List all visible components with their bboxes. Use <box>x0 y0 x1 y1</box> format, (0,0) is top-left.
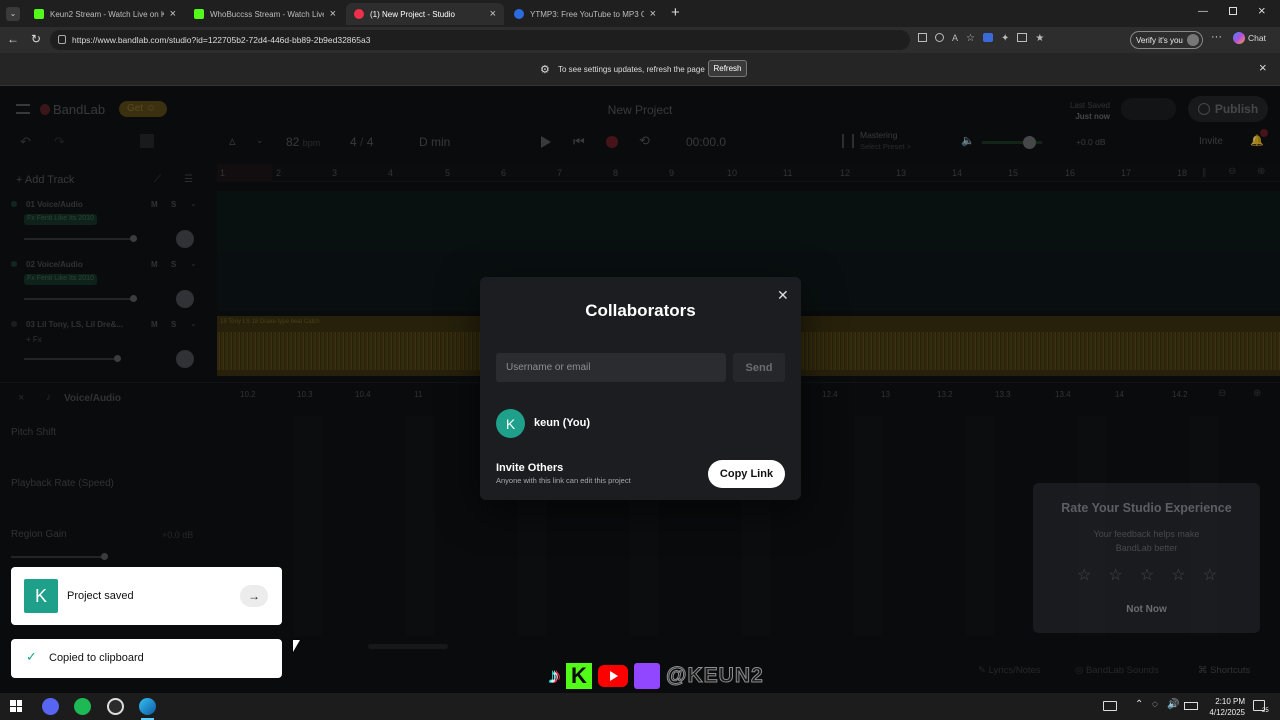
star-icon[interactable]: ☆ <box>1171 565 1185 585</box>
chevron-up-icon[interactable]: ⌃ <box>1135 699 1143 710</box>
youtube-icon <box>598 665 628 687</box>
close-tab-icon[interactable]: × <box>330 8 336 20</box>
close-window-icon[interactable]: × <box>1258 3 1266 18</box>
address-bar-row: ← ↻ https://www.bandlab.com/studio?id=12… <box>0 27 1280 53</box>
back-icon[interactable]: ← <box>7 32 19 46</box>
star-icon[interactable]: ☆ <box>1077 565 1091 585</box>
collaborator-name: keun (You) <box>534 417 591 429</box>
tiktok-icon: ♪ <box>549 663 560 688</box>
battery-icon[interactable] <box>1184 702 1198 710</box>
extension-icon[interactable] <box>982 33 993 42</box>
social-links-overlay: ♪ K @KEUN2 <box>549 660 779 692</box>
toast-message: Project saved <box>67 590 134 602</box>
favorite-star-icon[interactable]: ☆ <box>966 33 975 47</box>
windows-taskbar: ⌃ ◌ 🔊 2:10 PM 4/12/2025 25 <box>0 693 1280 720</box>
tab-ytmp3[interactable]: YTMP3: Free YouTube to MP3 Conv × <box>506 3 664 25</box>
collaborators-modal: Collaborators ✕ Send K keun (You) Invite… <box>480 277 801 500</box>
windows-start-icon[interactable] <box>10 700 22 712</box>
zoom-icon[interactable] <box>935 33 944 42</box>
close-icon[interactable]: ✕ <box>777 287 789 304</box>
info-message: To see settings updates, refresh the pag… <box>558 65 705 74</box>
gear-icon: ⚙ <box>540 64 550 76</box>
avatar <box>1186 34 1199 46</box>
star-icon[interactable]: ☆ <box>1203 565 1217 585</box>
avatar: K <box>24 579 58 613</box>
tab-bar: ⌄ Keun2 Stream - Watch Live on Kick × Wh… <box>0 0 1280 27</box>
bandlab-icon <box>354 9 364 19</box>
toast-message: Copied to clipboard <box>49 652 144 664</box>
read-aloud-icon[interactable]: A <box>952 33 958 47</box>
verify-button[interactable]: Verify it's you <box>1130 31 1203 49</box>
close-tab-icon[interactable]: × <box>170 8 176 20</box>
clock[interactable]: 2:10 PM 4/12/2025 <box>1203 696 1245 718</box>
tab-actions-icon[interactable]: ⌄ <box>6 7 20 21</box>
favorites-icon[interactable]: ★ <box>1035 33 1044 47</box>
copilot-chat-button[interactable]: Chat <box>1233 32 1266 44</box>
tab-bandlab-studio[interactable]: (1) New Project - Studio × <box>346 3 504 25</box>
rate-title: Rate Your Studio Experience <box>1061 501 1232 515</box>
avatar: K <box>496 409 525 438</box>
modal-title: Collaborators <box>585 301 696 320</box>
copied-clipboard-toast: ✓ Copied to clipboard <box>11 639 282 678</box>
obs-icon[interactable] <box>107 698 124 715</box>
project-saved-toast: K Project saved → <box>11 567 282 625</box>
network-icon[interactable]: ◌ <box>1152 699 1158 710</box>
refresh-button[interactable]: Refresh <box>708 60 747 77</box>
maximize-icon[interactable] <box>1229 7 1237 15</box>
close-tab-icon[interactable]: × <box>650 8 656 20</box>
copy-link-button[interactable]: Copy Link <box>708 460 785 488</box>
tab-kick-whobuccss[interactable]: WhoBuccss Stream - Watch Live on × <box>186 3 344 25</box>
invite-others-title: Invite Others <box>496 462 564 474</box>
close-tab-icon[interactable]: × <box>490 8 496 20</box>
notification-count: 25 <box>1262 708 1269 714</box>
extensions-icon[interactable]: ✦ <box>1001 33 1009 47</box>
star-icon[interactable]: ☆ <box>1108 565 1122 585</box>
keyboard-icon[interactable] <box>1103 701 1117 711</box>
kick-icon <box>194 9 204 19</box>
minimize-icon[interactable]: — <box>1198 6 1208 17</box>
check-icon: ✓ <box>26 649 37 664</box>
more-menu-icon[interactable]: ··· <box>1211 31 1222 43</box>
toolbar-icons: A ☆ ✦ ★ <box>918 33 1118 47</box>
ytmp3-icon <box>514 9 524 19</box>
copilot-icon <box>1233 32 1245 44</box>
rate-experience-panel: Rate Your Studio Experience Your feedbac… <box>1033 483 1260 633</box>
send-button[interactable]: Send <box>733 353 785 382</box>
discord-icon[interactable] <box>42 698 59 715</box>
close-infobar-icon[interactable]: × <box>1259 60 1267 75</box>
tab-kick-keun2[interactable]: Keun2 Stream - Watch Live on Kick × <box>26 3 184 25</box>
info-bar: ⚙ To see settings updates, refresh the p… <box>0 53 1280 86</box>
split-screen-icon[interactable] <box>1017 33 1028 42</box>
site-info-icon[interactable] <box>58 35 66 44</box>
star-rating[interactable]: ☆ ☆ ☆ ☆ ☆ <box>1077 565 1217 585</box>
kick-icon <box>34 9 44 19</box>
spotify-icon[interactable] <box>74 698 91 715</box>
kick-logo-icon: K <box>566 663 592 689</box>
not-now-button[interactable]: Not Now <box>1033 604 1260 615</box>
twitch-icon <box>634 663 660 689</box>
reload-icon[interactable]: ↻ <box>31 32 41 46</box>
username-email-input[interactable] <box>496 353 726 382</box>
new-tab-button[interactable]: + <box>671 4 680 21</box>
star-icon[interactable]: ☆ <box>1140 565 1154 585</box>
arrow-right-icon[interactable]: → <box>240 585 268 607</box>
social-handle: @KEUN2 <box>666 664 764 688</box>
speaker-icon[interactable]: 🔊 <box>1167 699 1179 710</box>
invite-others-subtitle: Anyone with this link can edit this proj… <box>496 476 631 485</box>
url-field[interactable]: https://www.bandlab.com/studio?id=122705… <box>50 30 910 50</box>
reading-view-icon[interactable] <box>918 33 927 42</box>
rate-sub: Your feedback helps make BandLab better <box>1093 529 1200 553</box>
mouse-cursor <box>293 640 300 652</box>
edge-icon[interactable] <box>139 698 156 715</box>
